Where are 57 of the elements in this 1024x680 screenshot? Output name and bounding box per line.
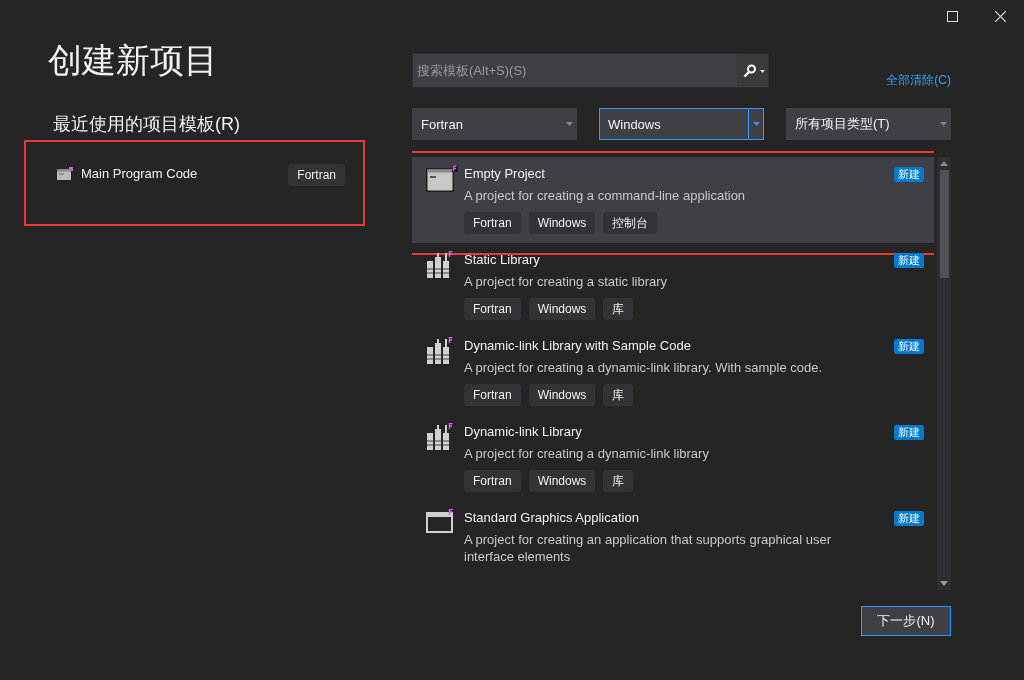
template-tag: Fortran bbox=[464, 298, 521, 320]
new-badge: 新建 bbox=[894, 511, 924, 526]
scrollbar-thumb[interactable] bbox=[939, 170, 949, 278]
caret-icon bbox=[565, 122, 573, 126]
template-description: A project for creating a dynamic-link library bbox=[464, 445, 710, 462]
template-tag: 库 bbox=[603, 384, 634, 406]
template-tag: 库 bbox=[603, 298, 634, 320]
template-item[interactable]: Dynamic-link Library with Sample Code 新建 A project for creating a dynamic-link library. With sample code. Fortran Windows 库 bbox=[412, 329, 934, 415]
template-name: Standard Graphics Application bbox=[464, 509, 639, 527]
filter-dropdown[interactable]: 所有项目类型(T) bbox=[786, 108, 951, 140]
books-icon bbox=[426, 251, 454, 279]
caret-icon bbox=[752, 122, 760, 126]
template-tag: Windows bbox=[528, 384, 596, 406]
close-icon[interactable] bbox=[995, 10, 1006, 22]
template-description: A project for creating a dynamic-link library. With sample code. bbox=[464, 359, 824, 376]
new-badge: 新建 bbox=[894, 167, 924, 182]
books-icon bbox=[426, 337, 454, 365]
scroll-up-icon[interactable] bbox=[940, 161, 948, 166]
caret-icon bbox=[939, 122, 947, 126]
scroll-down-icon[interactable] bbox=[940, 581, 948, 586]
template-tag: 库 bbox=[603, 470, 634, 492]
template-tag: Fortran bbox=[464, 384, 521, 406]
template-name: Static Library bbox=[464, 251, 540, 269]
template-tag: Windows bbox=[528, 212, 596, 234]
template-description: A project for creating a command-line application bbox=[464, 187, 747, 204]
next-button[interactable]: 下一步(N) bbox=[861, 606, 951, 636]
recent-template-item[interactable]: Main Program Code Fortran bbox=[24, 140, 365, 226]
template-tag: 控制台 bbox=[603, 212, 658, 234]
template-tag: Windows bbox=[528, 470, 596, 492]
search-icon[interactable] bbox=[743, 63, 765, 78]
console-window-icon bbox=[426, 165, 458, 193]
template-item[interactable]: Standard Graphics Application 新建 A project for creating an application that supports graphical user interface elements bbox=[412, 501, 934, 587]
new-badge: 新建 bbox=[894, 425, 924, 440]
recent-template-name: Main Program Code bbox=[81, 165, 199, 183]
template-name: Dynamic-link Library with Sample Code bbox=[464, 337, 691, 355]
filter-dropdown[interactable]: Windows bbox=[599, 108, 764, 140]
template-item[interactable]: Static Library 新建 A project for creating a static library Fortran Windows 库 bbox=[412, 243, 934, 329]
clear-all-link[interactable]: 全部清除(C) bbox=[886, 72, 951, 89]
template-tag: Fortran bbox=[464, 470, 521, 492]
window-icon bbox=[426, 509, 454, 533]
template-name: Dynamic-link Library bbox=[464, 423, 582, 441]
page-title: 创建新项目 bbox=[48, 40, 218, 81]
filter-dropdown[interactable]: Fortran bbox=[412, 108, 577, 140]
new-badge: 新建 bbox=[894, 253, 924, 268]
maximize-icon[interactable] bbox=[947, 10, 958, 22]
recent-templates-heading: 最近使用的项目模板(R) bbox=[53, 113, 240, 136]
language-tag: Fortran bbox=[288, 164, 345, 186]
template-description: A project for creating an application that supports graphical user interface elements bbox=[464, 531, 833, 565]
scrollbar[interactable] bbox=[937, 157, 951, 590]
template-description: A project for creating a static library bbox=[464, 273, 669, 290]
console-window-icon bbox=[57, 167, 73, 180]
template-tag: Fortran bbox=[464, 212, 521, 234]
new-badge: 新建 bbox=[894, 339, 924, 354]
template-name: Empty Project bbox=[464, 165, 545, 183]
books-icon bbox=[426, 423, 454, 451]
template-item[interactable]: Dynamic-link Library 新建 A project for creating a dynamic-link library Fortran Windows 库 bbox=[412, 415, 934, 501]
template-tag: Windows bbox=[528, 298, 596, 320]
